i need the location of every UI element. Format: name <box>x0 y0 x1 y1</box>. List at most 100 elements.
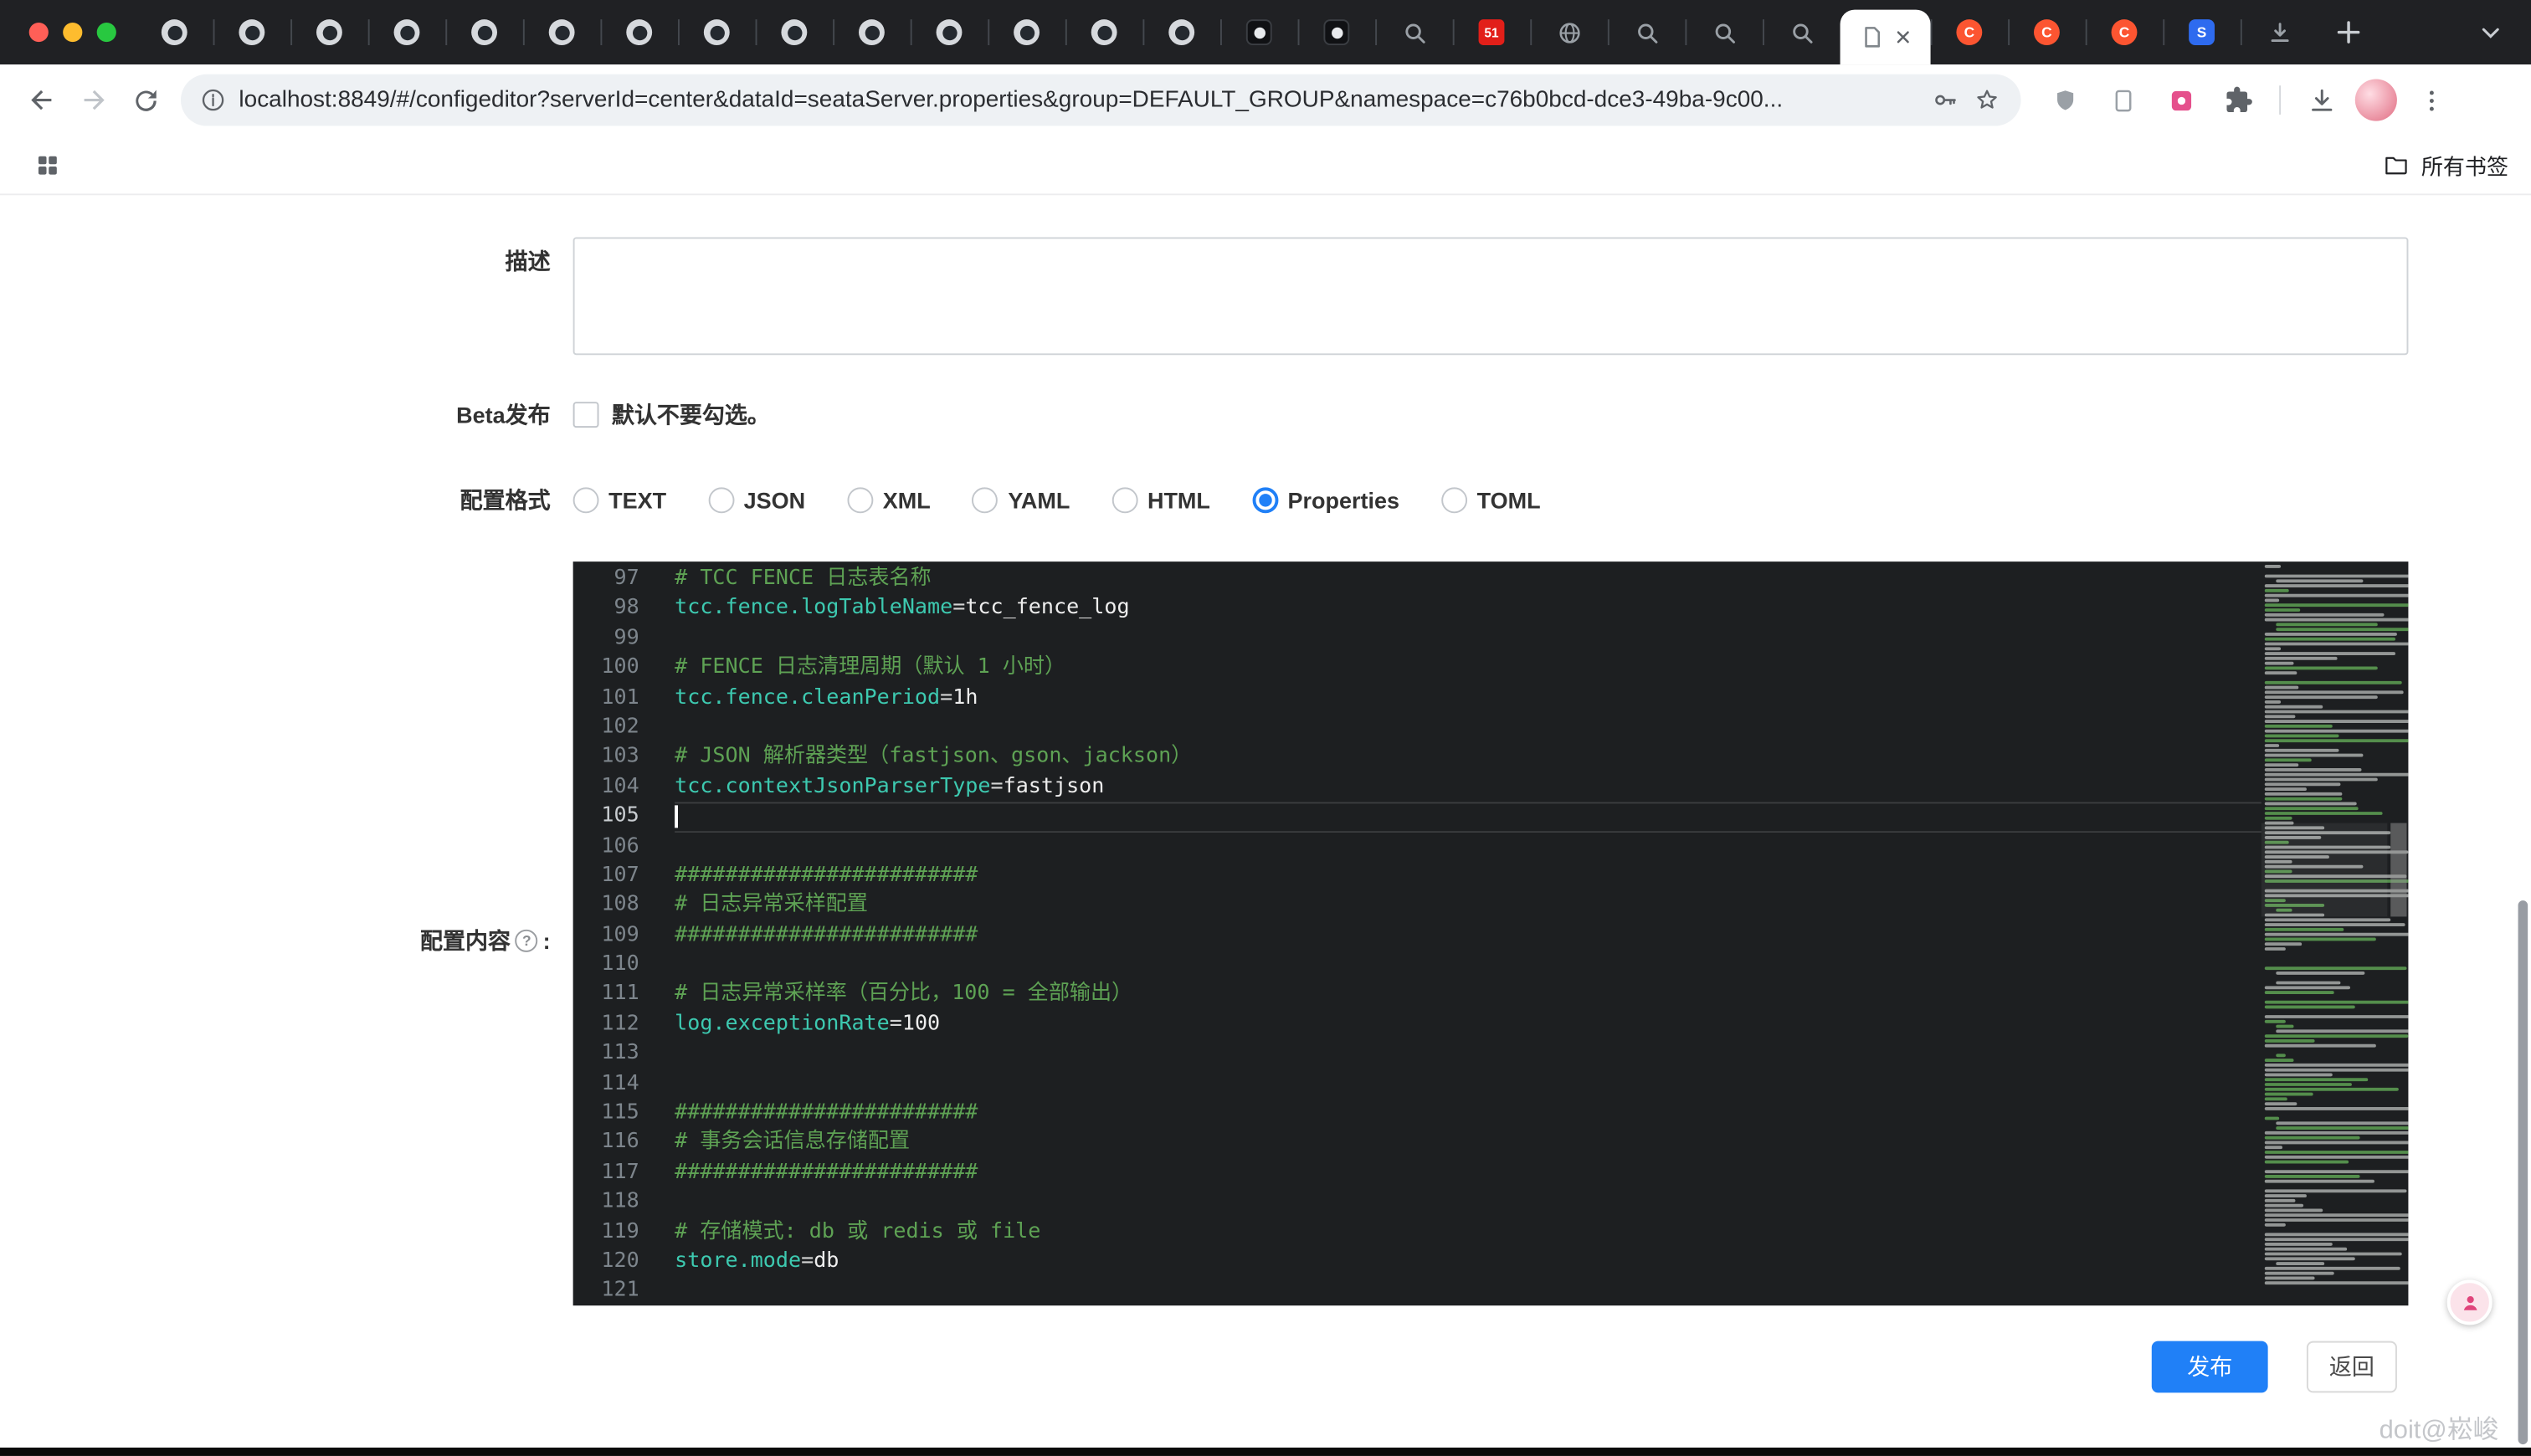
url-text[interactable]: localhost:8849/#/configeditor?serverId=c… <box>239 87 1918 113</box>
tab-csdn[interactable]: C <box>1931 0 2009 64</box>
tab-video[interactable] <box>1220 0 1298 64</box>
tab-csdn[interactable]: C <box>2086 0 2164 64</box>
code-line[interactable]: # 事务会话信息存储配置 <box>675 1129 2261 1158</box>
tab-github[interactable] <box>523 0 601 64</box>
tab-close-icon[interactable] <box>1892 28 1912 47</box>
editor-scrollbar[interactable] <box>2387 561 2408 1305</box>
format-option-toml[interactable]: TOML <box>1441 487 1540 513</box>
password-key-icon[interactable] <box>1931 85 1960 115</box>
browser-menu-button[interactable] <box>2406 76 2455 125</box>
shield-extension-icon[interactable] <box>2041 76 2089 125</box>
code-line[interactable] <box>675 1069 2261 1099</box>
tab-download[interactable] <box>2241 0 2318 64</box>
tab-overflow-button[interactable] <box>2470 11 2512 53</box>
apps-grid-button[interactable] <box>23 141 71 189</box>
code-line[interactable]: store.mode=db <box>675 1248 2261 1277</box>
address-bar[interactable]: localhost:8849/#/configeditor?serverId=c… <box>181 74 2021 126</box>
code-editor[interactable]: 9798991001011021031041051061071081091101… <box>573 561 2409 1305</box>
code-line[interactable]: ######################## <box>675 1158 2261 1187</box>
code-line[interactable]: # FENCE 日志清理周期（默认 1 小时） <box>675 654 2261 683</box>
help-icon[interactable]: ? <box>516 929 538 951</box>
code-line[interactable]: tcc.fence.logTableName=tcc_fence_log <box>675 594 2261 623</box>
code-line[interactable] <box>675 832 2261 861</box>
code-line[interactable]: ######################## <box>675 921 2261 951</box>
tab-github[interactable] <box>368 0 446 64</box>
code-line[interactable] <box>675 713 2261 742</box>
floating-assistant-widget[interactable] <box>2447 1279 2492 1325</box>
code-line[interactable] <box>675 1277 2261 1305</box>
new-tab-button[interactable] <box>2324 8 2373 57</box>
pink-extension-icon[interactable] <box>2157 76 2205 125</box>
back-to-list-button[interactable]: 返回 <box>2307 1341 2397 1393</box>
format-option-text[interactable]: TEXT <box>573 487 666 513</box>
editor-scrollbar-thumb[interactable] <box>2390 823 2405 917</box>
code-line[interactable]: # JSON 解析器类型（fastjson、gson、jackson） <box>675 743 2261 772</box>
tab-site-s[interactable]: S <box>2163 0 2241 64</box>
code-line[interactable] <box>675 951 2261 980</box>
site-info-icon[interactable] <box>200 87 226 113</box>
code-line[interactable]: # 存储模式: db 或 redis 或 file <box>675 1218 2261 1247</box>
profile-avatar[interactable] <box>2355 79 2397 120</box>
zoom-window-button[interactable] <box>97 23 116 42</box>
minimap-line <box>2265 1136 2360 1140</box>
code-line[interactable]: log.exceptionRate=100 <box>675 1010 2261 1039</box>
tab-github[interactable] <box>600 0 678 64</box>
code-line[interactable]: # 日志异常采样率（百分比，100 = 全部输出） <box>675 981 2261 1010</box>
code-line[interactable] <box>675 802 2261 832</box>
tab-strip: 51CCCS <box>0 0 2531 64</box>
tab-globe[interactable] <box>1530 0 1608 64</box>
panel-extension-icon[interactable] <box>2098 76 2147 125</box>
tab-github[interactable] <box>1142 0 1220 64</box>
back-button[interactable] <box>16 74 68 126</box>
code-line[interactable] <box>675 1039 2261 1069</box>
beta-checkbox[interactable] <box>573 402 599 428</box>
extensions-puzzle-icon[interactable] <box>2215 76 2263 125</box>
tab-search[interactable] <box>1375 0 1453 64</box>
close-window-button[interactable] <box>29 23 49 42</box>
code-line[interactable] <box>675 624 2261 654</box>
tab-github[interactable] <box>756 0 834 64</box>
description-textarea[interactable] <box>573 237 2409 355</box>
line-number: 98 <box>573 594 639 623</box>
tab-github[interactable] <box>136 0 213 64</box>
tab-csdn[interactable]: C <box>2008 0 2086 64</box>
tab-search[interactable] <box>1763 0 1840 64</box>
tab-github[interactable] <box>1065 0 1143 64</box>
tab-github[interactable] <box>213 0 291 64</box>
code-line[interactable] <box>675 1188 2261 1218</box>
format-option-json[interactable]: JSON <box>708 487 805 513</box>
reload-button[interactable] <box>120 74 172 126</box>
minimize-window-button[interactable] <box>63 23 82 42</box>
format-option-properties[interactable]: Properties <box>1252 487 1399 513</box>
tab-active[interactable] <box>1840 10 1931 65</box>
tab-github[interactable] <box>911 0 988 64</box>
tab-github[interactable] <box>678 0 756 64</box>
code-line[interactable]: ######################## <box>675 862 2261 891</box>
minimap[interactable] <box>2261 561 2387 1305</box>
tab-github[interactable] <box>290 0 368 64</box>
code-line[interactable]: ######################## <box>675 1099 2261 1128</box>
tab-search[interactable] <box>1685 0 1763 64</box>
tab-github[interactable] <box>833 0 911 64</box>
bookmark-star-icon[interactable] <box>1973 85 2002 115</box>
tab-search[interactable] <box>1608 0 1686 64</box>
code-content[interactable]: # TCC FENCE 日志表名称tcc.fence.logTableName=… <box>662 561 2261 1305</box>
search-favicon <box>1789 19 1815 45</box>
code-line[interactable]: # 日志异常采样配置 <box>675 891 2261 920</box>
format-option-html[interactable]: HTML <box>1112 487 1210 513</box>
format-option-yaml[interactable]: YAML <box>973 487 1070 513</box>
tab-cto[interactable]: 51 <box>1453 0 1531 64</box>
forward-button[interactable] <box>68 74 120 126</box>
tab-github[interactable] <box>445 0 523 64</box>
format-option-xml[interactable]: XML <box>847 487 930 513</box>
code-line[interactable]: tcc.fence.cleanPeriod=1h <box>675 684 2261 713</box>
code-line[interactable]: tcc.contextJsonParserType=fastjson <box>675 772 2261 802</box>
all-bookmarks[interactable]: 所有书签 <box>2383 148 2508 181</box>
action-buttons-row: 发布 返回 <box>573 1341 2409 1393</box>
tab-video[interactable] <box>1298 0 1376 64</box>
tab-github[interactable] <box>988 0 1065 64</box>
code-line[interactable]: # TCC FENCE 日志表名称 <box>675 565 2261 594</box>
publish-button[interactable]: 发布 <box>2152 1341 2268 1393</box>
downloads-button[interactable] <box>2297 76 2345 125</box>
page-scrollbar[interactable] <box>2518 900 2528 1444</box>
